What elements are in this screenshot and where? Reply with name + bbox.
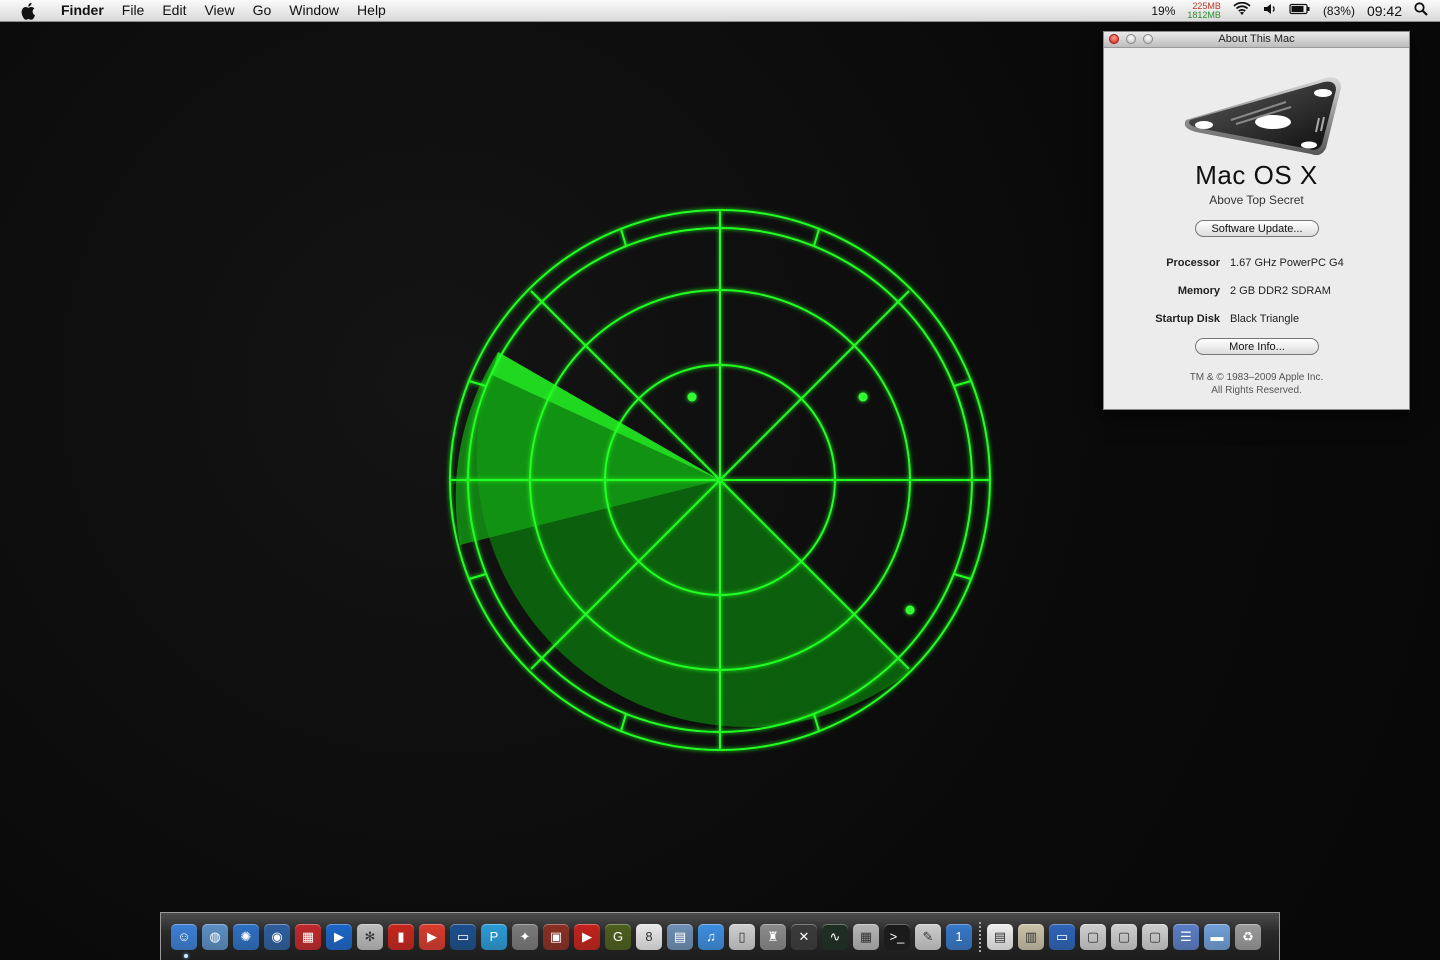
terminal-icon[interactable]: >_ <box>884 923 910 950</box>
dock-separator[interactable] <box>979 921 981 952</box>
copyright-line: TM & © 1983–2009 Apple Inc. <box>1189 372 1324 383</box>
preview-document-icon[interactable]: ▥ <box>1018 923 1044 950</box>
osx-x-icon[interactable]: ✕ <box>791 923 817 950</box>
wifi-icon[interactable] <box>1233 1 1251 19</box>
folder-icon[interactable]: ▬ <box>1204 923 1230 950</box>
spec-startup-disk: Startup Disk Black Triangle <box>1104 313 1409 325</box>
dock: ☺ ◍ ✺ ◉ ▦ ▶ ✻ ▮ ▶ ▭ P ✦ ▣ ▶ G 8 ▤ ♫ ▯ ♜ ✕ ∿ ▦ >_ ✎ 1 ▤ ▥ ▭ ▢ ▢ ▢ ☰ ▬ ♻ <box>160 912 1280 960</box>
radar-blip <box>858 392 868 402</box>
dvd-player-icon[interactable]: ✻ <box>357 923 383 950</box>
black-triangle-logo-icon <box>1184 77 1341 156</box>
network-globe-icon[interactable]: ◍ <box>202 923 228 950</box>
memory-meter[interactable]: 225MB 1812MB <box>1187 1 1221 20</box>
spotlight-search-icon[interactable] <box>1414 2 1428 19</box>
menu-edit[interactable]: Edit <box>153 0 195 21</box>
video-app-icon[interactable]: ▮ <box>388 923 414 950</box>
radar-sweep <box>455 352 910 727</box>
menu-go[interactable]: Go <box>244 0 281 21</box>
apple-menu-icon[interactable] <box>18 0 40 21</box>
magic-wand-icon[interactable]: ✦ <box>512 923 538 950</box>
photos-icon[interactable]: ▤ <box>667 923 693 950</box>
about-this-mac-window: About This Mac Mac OS X Above Top Secret… <box>1103 31 1410 410</box>
battery-icon[interactable] <box>1289 3 1311 18</box>
desktop: Finder File Edit View Go Window Help 19%… <box>0 0 1440 960</box>
package-icon-1[interactable]: ▢ <box>1080 923 1106 950</box>
radar-blip <box>687 392 697 402</box>
radar-grid <box>449 209 991 751</box>
spec-processor: Processor 1.67 GHz PowerPC G4 <box>1104 257 1409 269</box>
os-subtitle: Above Top Secret <box>1209 193 1304 207</box>
zoom-button[interactable] <box>1143 34 1153 44</box>
window-title: About This Mac <box>1218 33 1295 45</box>
jar-document-icon[interactable]: ▤ <box>987 923 1013 950</box>
software-update-button[interactable]: Software Update... <box>1195 220 1319 237</box>
quicktime-icon[interactable]: ▶ <box>326 923 352 950</box>
ical-icon[interactable]: 8 <box>636 923 662 950</box>
volume-icon[interactable] <box>1263 3 1277 18</box>
spec-value: Black Triangle <box>1230 313 1300 325</box>
calculator-icon[interactable]: ▦ <box>853 923 879 950</box>
screen-app-icon[interactable]: ▭ <box>450 923 476 950</box>
server-icon[interactable]: ☰ <box>1173 923 1199 950</box>
more-info-button[interactable]: More Info... <box>1195 338 1319 355</box>
spec-memory: Memory 2 GB DDR2 SDRAM <box>1104 285 1409 297</box>
cpu-meter[interactable]: 19% <box>1151 4 1175 18</box>
menu-extras: 19% 225MB 1812MB (83%) 09:42 <box>1151 0 1440 21</box>
package-icon-2[interactable]: ▢ <box>1111 923 1137 950</box>
glterm-icon[interactable]: G <box>605 923 631 950</box>
media-player-icon[interactable]: ▶ <box>419 923 445 950</box>
spec-label: Memory <box>1177 285 1220 297</box>
spec-label: Processor <box>1166 257 1220 269</box>
memory-free: 1812MB <box>1187 9 1221 20</box>
menu-clock[interactable]: 09:42 <box>1367 3 1402 19</box>
earth-icon[interactable]: ◉ <box>264 923 290 950</box>
menu-view[interactable]: View <box>195 0 243 21</box>
copyright-notice: TM & © 1983–2009 Apple Inc. All Rights R… <box>1104 371 1409 397</box>
info-1-icon[interactable]: 1 <box>946 923 972 950</box>
finder-running-indicator <box>184 954 188 958</box>
menu-bar: Finder File Edit View Go Window Help 19%… <box>0 0 1440 22</box>
safari-icon[interactable]: ✺ <box>233 923 259 950</box>
trash-icon[interactable]: ♻ <box>1235 923 1261 950</box>
tv-icon[interactable]: ▭ <box>1049 923 1075 950</box>
menu-window[interactable]: Window <box>280 0 348 21</box>
menu-app-name[interactable]: Finder <box>52 0 113 21</box>
menu-help[interactable]: Help <box>348 0 395 21</box>
radar-display <box>449 209 991 751</box>
device-icon[interactable]: ▯ <box>729 923 755 950</box>
battery-percent[interactable]: (83%) <box>1323 4 1355 18</box>
menu-file[interactable]: File <box>113 0 154 21</box>
spec-label: Startup Disk <box>1155 313 1220 325</box>
spec-value: 1.67 GHz PowerPC G4 <box>1230 257 1344 269</box>
film-strip-icon[interactable]: ▣ <box>543 923 569 950</box>
os-name: Mac OS X <box>1195 160 1318 190</box>
script-editor-icon[interactable]: ✎ <box>915 923 941 950</box>
p-app-icon[interactable]: P <box>481 923 507 950</box>
close-button[interactable] <box>1109 34 1119 44</box>
window-titlebar[interactable]: About This Mac <box>1104 32 1409 48</box>
activity-monitor-icon[interactable]: ∿ <box>822 923 848 950</box>
finder-icon[interactable]: ☺ <box>171 923 197 950</box>
trash-robot-icon[interactable]: ♜ <box>760 923 786 950</box>
rights-line: All Rights Reserved. <box>1211 385 1302 396</box>
itunes-icon[interactable]: ♫ <box>698 923 724 950</box>
radar-blip <box>905 605 915 615</box>
color-blocks-icon[interactable]: ▦ <box>295 923 321 950</box>
spec-value: 2 GB DDR2 SDRAM <box>1230 285 1331 297</box>
package-icon-3[interactable]: ▢ <box>1142 923 1168 950</box>
minimize-button[interactable] <box>1126 34 1136 44</box>
youtube-icon[interactable]: ▶ <box>574 923 600 950</box>
